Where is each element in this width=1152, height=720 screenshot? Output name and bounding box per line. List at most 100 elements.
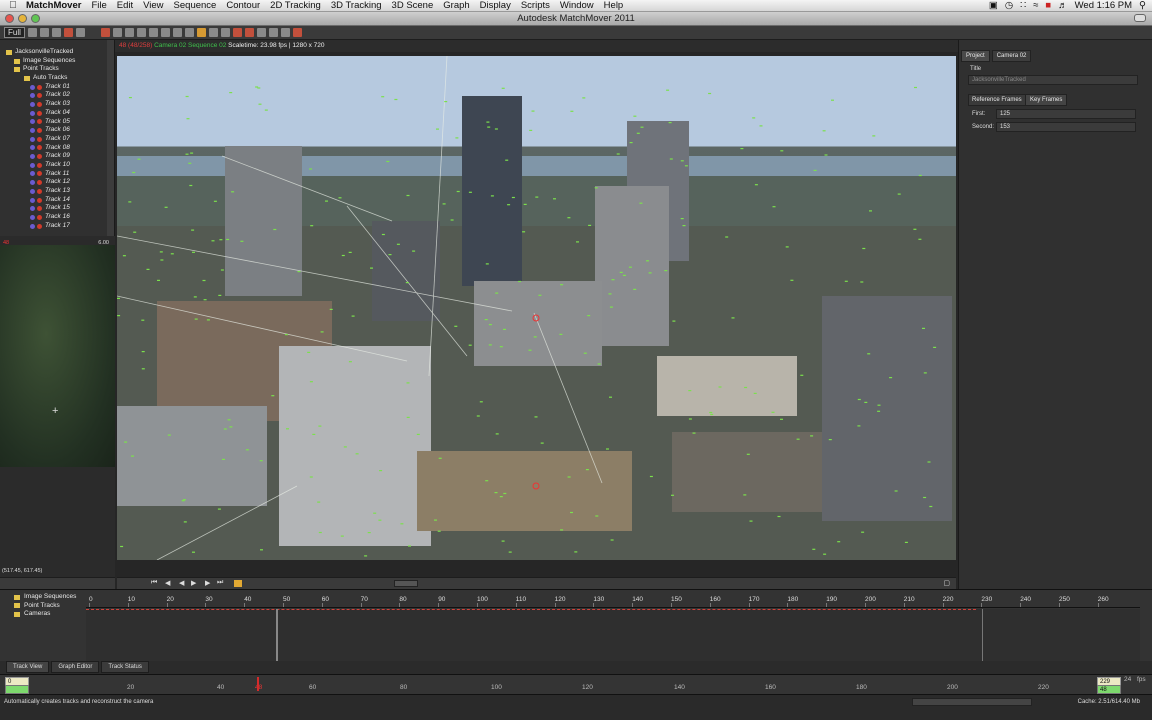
track-marker[interactable] — [146, 268, 150, 270]
tree-track[interactable]: Track 11 — [0, 170, 114, 179]
track-marker[interactable] — [610, 539, 614, 541]
track-marker[interactable] — [160, 259, 164, 261]
track-marker[interactable] — [533, 336, 537, 338]
track-marker[interactable] — [185, 153, 189, 155]
tab-key-frames[interactable]: Key Frames — [1025, 94, 1068, 106]
track-marker[interactable] — [217, 508, 221, 510]
track-marker[interactable] — [476, 415, 480, 417]
tab-camera[interactable]: Camera 02 — [991, 50, 1032, 62]
track-marker[interactable] — [897, 193, 901, 195]
track-marker[interactable] — [159, 251, 163, 253]
track-marker[interactable] — [231, 191, 235, 193]
menu-scripts[interactable]: Scripts — [521, 0, 550, 11]
track-marker[interactable] — [406, 194, 410, 197]
track-marker[interactable] — [202, 279, 206, 282]
track-marker[interactable] — [894, 490, 898, 492]
save-icon[interactable] — [51, 28, 61, 37]
track-marker[interactable] — [117, 297, 120, 299]
track-marker[interactable] — [309, 168, 313, 170]
track-marker[interactable] — [731, 317, 735, 319]
track-marker[interactable] — [329, 308, 333, 310]
visibility-icon[interactable] — [30, 188, 35, 194]
visibility-icon[interactable] — [30, 214, 35, 220]
track-marker[interactable] — [594, 187, 598, 189]
track-marker[interactable] — [373, 512, 377, 514]
bluetooth-icon[interactable]: ∷ — [1020, 0, 1026, 11]
track-marker[interactable] — [137, 158, 141, 160]
track-marker[interactable] — [646, 260, 649, 262]
menu-2d-tracking[interactable]: 2D Tracking — [270, 0, 321, 11]
timeline-item-image-sequences[interactable]: Image Sequences — [0, 593, 86, 602]
first-input[interactable]: 125 — [996, 109, 1136, 119]
track-marker[interactable] — [193, 296, 197, 298]
playhead[interactable] — [257, 677, 259, 691]
track-marker[interactable] — [824, 154, 828, 156]
track-marker[interactable] — [141, 351, 145, 353]
track-marker[interactable] — [922, 327, 925, 329]
tree-point-tracks[interactable]: Point Tracks — [0, 65, 114, 74]
track-marker[interactable] — [164, 206, 168, 208]
track-backward-icon[interactable] — [124, 28, 134, 37]
second-input[interactable]: 153 — [996, 122, 1136, 132]
visibility-icon[interactable] — [30, 223, 35, 229]
track-record-icon[interactable] — [100, 28, 110, 37]
loop-icon[interactable] — [234, 580, 242, 587]
track-marker[interactable] — [271, 395, 275, 397]
track-marker[interactable] — [828, 439, 832, 441]
track-marker[interactable] — [553, 198, 556, 200]
go-end-icon[interactable]: ⏭ — [217, 579, 223, 587]
track-marker[interactable] — [367, 532, 371, 534]
track-marker[interactable] — [211, 240, 215, 242]
track-marker[interactable] — [867, 353, 871, 355]
track-marker[interactable] — [485, 480, 489, 482]
track-marker[interactable] — [772, 206, 776, 208]
track-marker[interactable] — [388, 254, 392, 256]
track-marker[interactable] — [595, 515, 599, 517]
visibility-icon[interactable] — [30, 197, 35, 203]
keyframe-icon[interactable] — [148, 28, 158, 37]
track-marker[interactable] — [364, 555, 368, 557]
visibility-icon[interactable] — [30, 162, 35, 168]
track-marker[interactable] — [318, 425, 322, 427]
visibility-icon[interactable] — [30, 101, 35, 107]
menu-help[interactable]: Help — [604, 0, 624, 11]
track-marker[interactable] — [929, 505, 933, 508]
tab-track-status[interactable]: Track Status — [101, 661, 149, 673]
track-marker[interactable] — [317, 501, 321, 503]
track-marker[interactable] — [796, 438, 800, 440]
solve-icon[interactable] — [184, 28, 194, 37]
track-marker[interactable] — [609, 306, 613, 308]
step-back-icon[interactable]: ◀ — [165, 579, 170, 587]
track-marker[interactable] — [131, 455, 134, 457]
menu-3d-scene[interactable]: 3D Scene — [392, 0, 434, 11]
time-machine-icon[interactable]: ◷ — [1005, 0, 1013, 11]
tree-track[interactable]: Track 08 — [0, 144, 114, 153]
track-marker[interactable] — [860, 281, 864, 283]
track-marker[interactable] — [508, 551, 512, 553]
track-marker[interactable] — [609, 396, 612, 398]
track-marker[interactable] — [450, 219, 454, 221]
track-marker[interactable] — [611, 279, 615, 281]
track-marker[interactable] — [310, 225, 314, 227]
toolbar-toggle-button[interactable] — [1134, 14, 1146, 22]
track-marker[interactable] — [740, 148, 744, 150]
tree-track[interactable]: Track 06 — [0, 126, 114, 135]
track-marker[interactable] — [800, 374, 804, 376]
menu-edit[interactable]: Edit — [117, 0, 133, 11]
track-marker[interactable] — [754, 184, 758, 186]
play-icon[interactable]: ▶ — [191, 579, 196, 587]
track-marker[interactable] — [523, 203, 527, 205]
track-marker[interactable] — [325, 200, 328, 202]
track-marker[interactable] — [503, 328, 506, 330]
track-marker[interactable] — [348, 251, 352, 253]
track-marker[interactable] — [570, 110, 574, 112]
track-marker[interactable] — [813, 169, 817, 171]
close-window-button[interactable] — [5, 14, 14, 23]
track-marker[interactable] — [570, 511, 573, 514]
tree-track[interactable]: Track 02 — [0, 91, 114, 100]
open-icon[interactable] — [39, 28, 49, 37]
track-marker[interactable] — [529, 129, 533, 131]
track-marker[interactable] — [141, 319, 145, 321]
track-marker[interactable] — [628, 266, 632, 268]
track-marker[interactable] — [117, 315, 121, 317]
